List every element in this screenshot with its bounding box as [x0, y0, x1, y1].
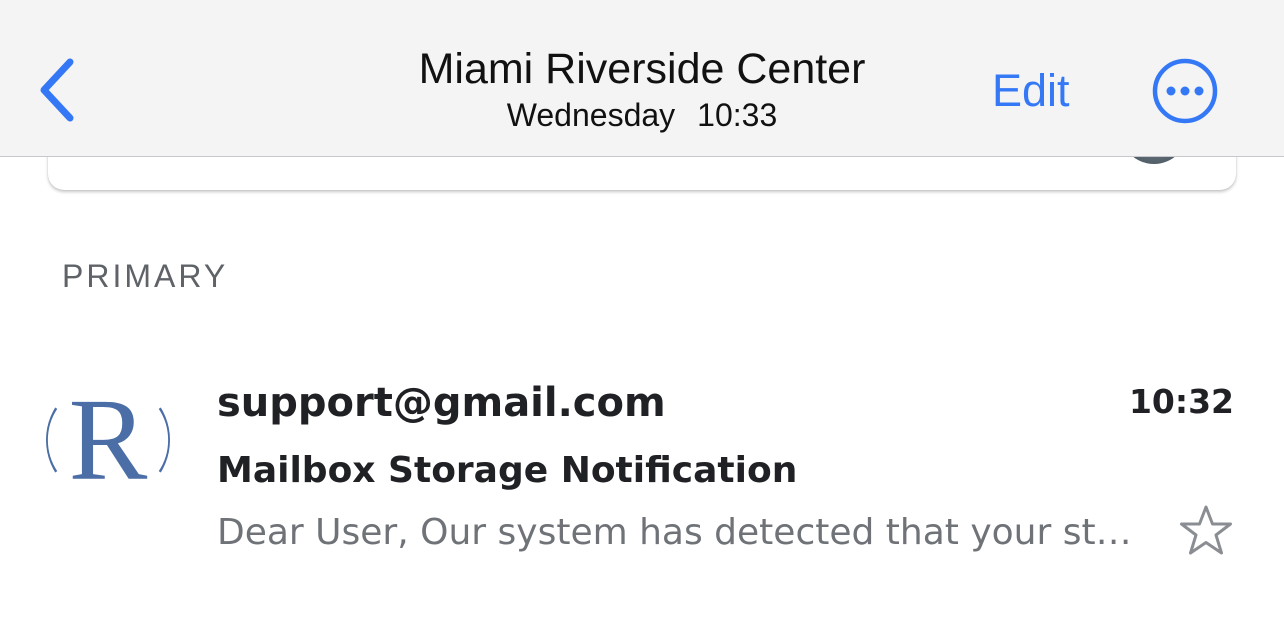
avatar-ring-icon	[46, 407, 170, 473]
chevron-left-icon	[40, 58, 74, 122]
nav-subtitle: Wednesday 10:33	[342, 96, 942, 134]
nav-time: 10:33	[697, 97, 778, 133]
mail-screen: Miami Riverside Center Wednesday 10:33 Ed…	[0, 0, 1284, 620]
sender-avatar: R	[46, 378, 170, 502]
email-subject: Mailbox Storage Notification	[217, 450, 798, 491]
email-sender: support@gmail.com	[217, 380, 666, 426]
email-time: 10:32	[1128, 382, 1234, 421]
edit-button[interactable]: Edit	[992, 64, 1070, 118]
ellipsis-circle-icon	[1152, 58, 1218, 124]
section-header-primary: PRIMARY	[62, 258, 229, 294]
more-button[interactable]	[1151, 57, 1219, 125]
star-button[interactable]	[1176, 502, 1236, 562]
nav-title: Miami Riverside Center	[418, 45, 866, 93]
navigation-bar: Miami Riverside Center Wednesday 10:33 Ed…	[0, 0, 1284, 157]
nav-day: Wednesday	[506, 97, 676, 133]
email-row[interactable]: R support@gmail.com 10:32 Mailbox Storag…	[0, 360, 1284, 590]
back-button[interactable]	[30, 56, 86, 124]
email-snippet: Dear User, Our system has detected that …	[217, 512, 1137, 553]
star-outline-icon	[1180, 505, 1232, 555]
